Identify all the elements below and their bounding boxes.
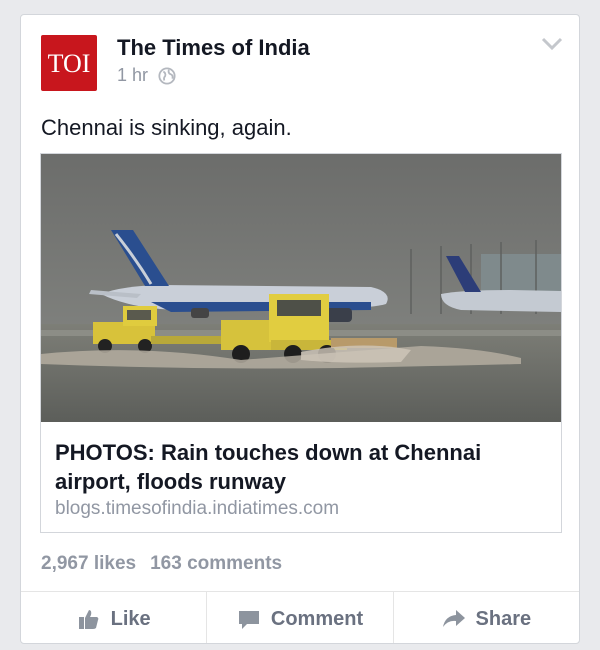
- like-button[interactable]: Like: [21, 592, 208, 643]
- comment-icon: [238, 611, 259, 629]
- comments-count[interactable]: 163 comments: [150, 553, 282, 575]
- share-arrow-icon: [442, 610, 465, 627]
- engagement-stats: 2,967 likes 163 comments: [41, 553, 282, 575]
- chevron-down-icon[interactable]: [541, 37, 563, 51]
- page-avatar[interactable]: TOI: [41, 35, 97, 91]
- likes-count[interactable]: 2,967 likes: [41, 553, 136, 575]
- link-photo[interactable]: [41, 154, 561, 422]
- comment-button[interactable]: Comment: [207, 592, 394, 643]
- share-label: Share: [475, 607, 532, 630]
- link-title[interactable]: PHOTOS: Rain touches down at Chennai air…: [55, 438, 549, 496]
- post-card: TOI The Times of India 1 hr Chennai is s…: [20, 14, 580, 644]
- post-status-text: Chennai is sinking, again.: [41, 115, 292, 140]
- post-timestamp[interactable]: 1 hr: [117, 65, 148, 86]
- logo-text: TOI: [47, 49, 91, 78]
- comment-label: Comment: [270, 607, 364, 630]
- thumbs-up-icon: [78, 610, 98, 629]
- post-meta: 1 hr: [117, 65, 176, 86]
- globe-icon: [158, 66, 176, 85]
- share-button[interactable]: Share: [394, 592, 579, 643]
- link-domain: blogs.timesofindia.indiatimes.com: [55, 498, 340, 519]
- action-bar: Like Comment Share: [21, 591, 579, 643]
- page-name-link[interactable]: The Times of India: [117, 35, 310, 61]
- like-label: Like: [110, 607, 151, 630]
- link-attachment[interactable]: PHOTOS: Rain touches down at Chennai air…: [40, 153, 562, 533]
